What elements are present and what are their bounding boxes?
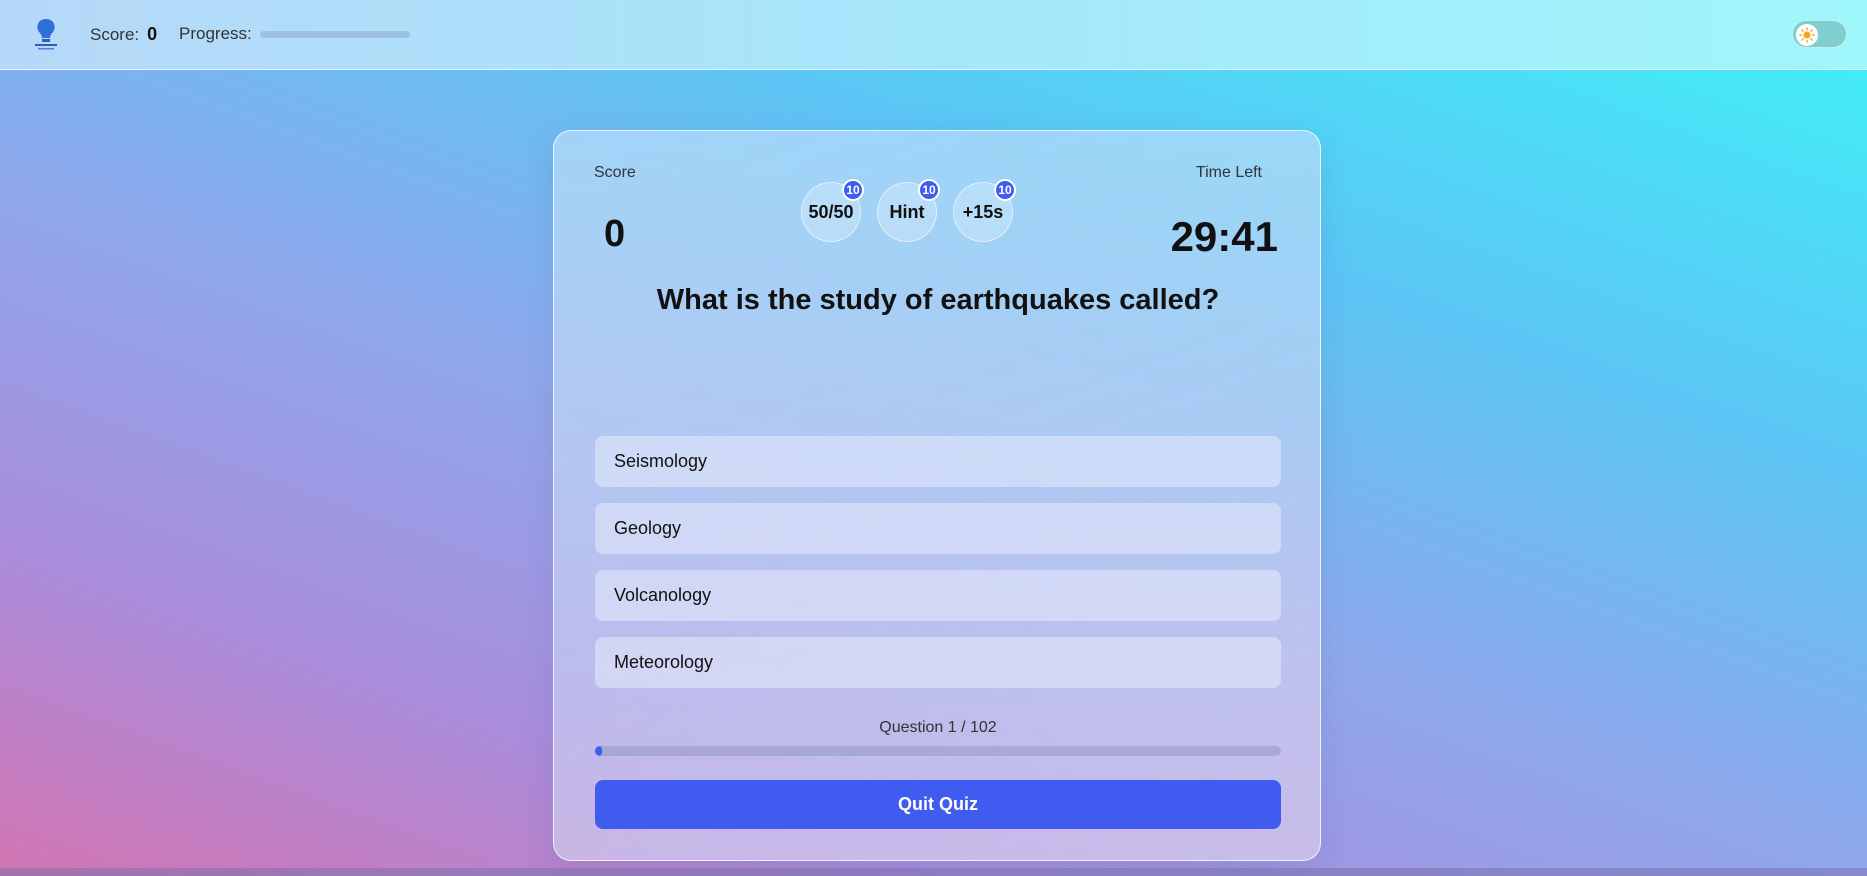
lifeline-label: +15s [962, 201, 1004, 222]
question-text: What is the study of earthquakes called? [656, 284, 1220, 316]
lifeline-count-badge: 10 [918, 179, 940, 201]
time-left-label: Time Left [1195, 164, 1262, 181]
lifeline-count-badge: 10 [842, 179, 864, 201]
lifeline-label: Hint [889, 201, 925, 222]
score-label: Score [594, 164, 636, 181]
quiz-card: Score 0 50/50 10 Hint 10 +15s 10 Time Le… [553, 130, 1321, 861]
answer-option-geology[interactable]: Geology [595, 503, 1281, 554]
time-left-value: 29:41 [1170, 213, 1278, 260]
answer-option-label: Geology [614, 518, 682, 538]
fifty-fifty-lifeline-button[interactable]: 50/50 10 [801, 179, 864, 242]
bottom-strip [0, 868, 1867, 876]
answer-option-label: Seismology [614, 451, 708, 471]
header-score-label: Score: [90, 25, 140, 44]
question-counter: Question 1 / 102 [879, 719, 997, 736]
theme-toggle[interactable] [1792, 20, 1847, 48]
answer-option-label: Volcanology [614, 585, 712, 605]
lightbulb-logo-icon[interactable] [32, 17, 60, 53]
extra-time-lifeline-button[interactable]: +15s 10 [953, 179, 1016, 242]
question-progress-bar [595, 746, 1281, 756]
score-value: 0 [604, 213, 626, 255]
lifeline-count-badge: 10 [994, 179, 1016, 201]
answer-option-meteorology[interactable]: Meteorology [595, 637, 1281, 688]
header-progress: Progress: [179, 24, 410, 44]
header-score-value: 0 [147, 24, 158, 44]
answer-option-volcanology[interactable]: Volcanology [595, 570, 1281, 621]
question-progress-fill [595, 746, 602, 756]
header-progress-bar [259, 30, 410, 38]
header-score: Score: 0 [90, 24, 157, 45]
answer-option-label: Meteorology [614, 652, 714, 672]
answer-option-seismology[interactable]: Seismology [595, 436, 1281, 487]
quit-quiz-button[interactable]: Quit Quiz [595, 780, 1281, 829]
sun-icon [1796, 24, 1818, 46]
hint-lifeline-button[interactable]: Hint 10 [877, 179, 940, 242]
header-progress-label: Progress: [179, 24, 252, 43]
lifeline-label: 50/50 [808, 201, 854, 222]
top-bar: Score: 0 Progress: [0, 0, 1867, 70]
